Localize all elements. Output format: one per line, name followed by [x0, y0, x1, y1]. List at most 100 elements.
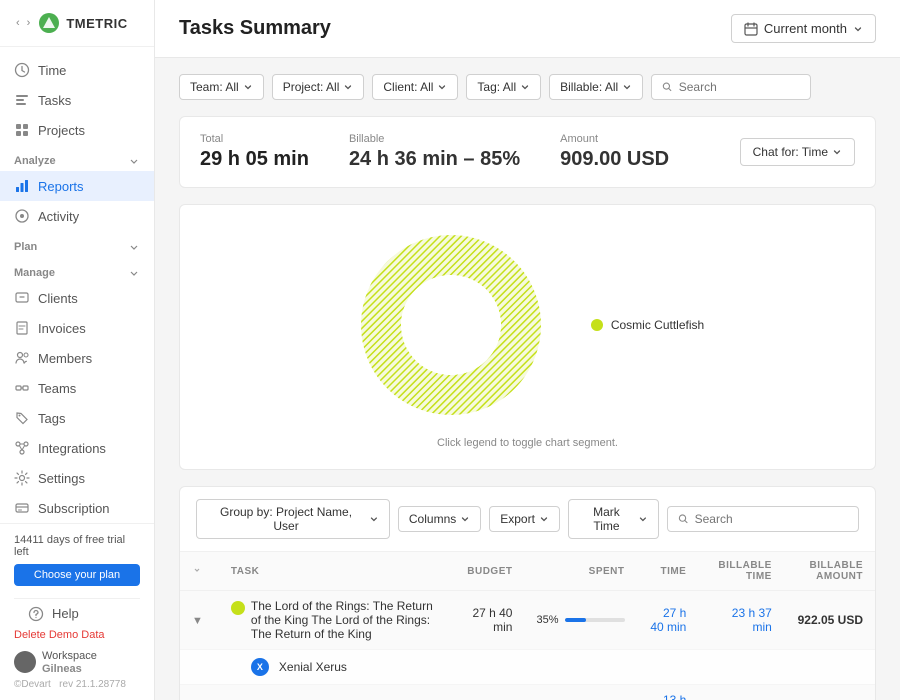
columns-button[interactable]: Columns	[398, 506, 481, 532]
sidebar-item-integrations-label: Integrations	[38, 441, 106, 456]
tag-chevron-icon	[520, 82, 530, 92]
sidebar-item-clients-label: Clients	[38, 291, 78, 306]
sidebar-item-clients[interactable]: Clients	[0, 283, 154, 313]
sidebar-item-tags[interactable]: Tags	[0, 403, 154, 433]
export-chevron-icon	[539, 514, 549, 524]
columns-chevron-icon	[460, 514, 470, 524]
logo-text: TMETRIC	[66, 16, 127, 31]
team-filter-button[interactable]: Team: All	[179, 74, 264, 100]
donut-chart[interactable]	[351, 225, 551, 425]
clock-icon	[14, 62, 30, 78]
chart-area: Cosmic Cuttlefish	[200, 225, 855, 425]
billable-value: 24 h 36 min – 85%	[349, 148, 520, 171]
subscription-icon	[14, 500, 30, 516]
project-chevron-icon	[343, 82, 353, 92]
tag-filter-button[interactable]: Tag: All	[466, 74, 541, 100]
sidebar-item-invoices-label: Invoices	[38, 321, 86, 336]
table-search-wrap	[667, 506, 859, 532]
chevron-down-icon	[853, 24, 863, 34]
table-header-row: Task Budget Spent Time Billable Time Bil…	[180, 552, 875, 591]
group2-expand-cell: ▼	[180, 685, 219, 700]
workspace-text: Workspace Gilneas	[42, 649, 97, 675]
th-billable-time: Billable Time	[698, 552, 783, 591]
sidebar: ‹ › TMETRIC Time Tasks	[0, 0, 155, 700]
user-budget-cell	[450, 650, 524, 685]
mark-time-button[interactable]: Mark Time	[568, 499, 659, 539]
clients-icon	[14, 290, 30, 306]
export-button[interactable]: Export	[489, 506, 560, 532]
sidebar-item-help[interactable]: Help	[14, 598, 140, 629]
legend-dot-0	[591, 319, 603, 331]
user-billable-amount-cell	[784, 650, 875, 685]
table-header: Task Budget Spent Time Billable Time Bil…	[180, 552, 875, 591]
settings-icon	[14, 470, 30, 486]
workspace-label-text: Workspace	[42, 649, 97, 663]
help-label: Help	[52, 606, 79, 621]
sidebar-item-integrations[interactable]: Integrations	[0, 433, 154, 463]
amount-stat: Amount 909.00 USD	[560, 133, 669, 171]
table-section: Group by: Project Name, User Columns Exp…	[179, 486, 876, 700]
total-value: 29 h 05 min	[200, 148, 309, 171]
sidebar-item-time[interactable]: Time	[0, 55, 154, 85]
donut-svg	[351, 225, 551, 425]
user-time-cell	[637, 650, 699, 685]
sidebar-item-reports[interactable]: Reports	[0, 171, 154, 201]
nav-forward-button[interactable]: ›	[25, 15, 33, 31]
chat-button[interactable]: Chat for: Time	[740, 138, 855, 166]
main-header: Tasks Summary Current month	[155, 0, 900, 58]
sidebar-footer: 14411 days of free trial left Choose you…	[0, 523, 154, 700]
marktime-chevron-icon	[638, 514, 648, 524]
workspace-avatar	[14, 651, 36, 673]
filters-bar: Team: All Project: All Client: All Tag: …	[179, 74, 876, 100]
row-task-cell: The Lord of the Rings: The Return of the…	[219, 591, 451, 650]
table-search-input[interactable]	[695, 512, 848, 526]
row-expand-cell: ▼	[180, 591, 219, 650]
group2-budget-cell	[450, 685, 524, 700]
legend-item-0[interactable]: Cosmic Cuttlefish	[591, 318, 704, 332]
client-chevron-icon	[437, 82, 447, 92]
user-indent-cell	[180, 650, 219, 685]
current-month-button[interactable]: Current month	[731, 14, 876, 43]
sidebar-item-invoices[interactable]: Invoices	[0, 313, 154, 343]
group2-task-cell: IB Imaan Burks	[219, 685, 451, 700]
table-row: X Xenial Xerus	[180, 650, 875, 685]
sidebar-item-tasks[interactable]: Tasks	[0, 85, 154, 115]
sidebar-item-members[interactable]: Members	[0, 343, 154, 373]
sidebar-item-teams[interactable]: Teams	[0, 373, 154, 403]
sidebar-item-projects[interactable]: Projects	[0, 115, 154, 145]
row-budget-cell: 27 h 40 min	[450, 591, 524, 650]
filter-search-wrap	[651, 74, 811, 100]
sidebar-item-subscription[interactable]: Subscription	[0, 493, 154, 523]
chat-chevron-icon	[832, 147, 842, 157]
group-by-button[interactable]: Group by: Project Name, User	[196, 499, 390, 539]
row-billable-time-cell: 23 h 37 min	[698, 591, 783, 650]
expand-button[interactable]: ▼	[192, 615, 203, 627]
client-filter-button[interactable]: Client: All	[372, 74, 458, 100]
billable-filter-button[interactable]: Billable: All	[549, 74, 643, 100]
table-row: ▼ The Lord of the Rings: The Return of t…	[180, 591, 875, 650]
choose-plan-button[interactable]: Choose your plan	[14, 564, 140, 586]
table-toolbar: Group by: Project Name, User Columns Exp…	[180, 487, 875, 552]
workspace-name-text: Gilneas	[42, 663, 97, 675]
chart-caption: Click legend to toggle chart segment.	[437, 437, 618, 449]
activity-icon	[14, 208, 30, 224]
billable-stat: Billable 24 h 36 min – 85%	[349, 133, 520, 171]
th-budget: Budget	[450, 552, 524, 591]
sidebar-header: ‹ › TMETRIC	[0, 0, 154, 47]
nav-back-button[interactable]: ‹	[14, 15, 22, 31]
group2-billable-time-cell: 12 h 02 min	[698, 685, 783, 700]
chart-legend: Cosmic Cuttlefish	[591, 318, 704, 332]
stats-card: Total 29 h 05 min Billable 24 h 36 min –…	[179, 116, 876, 188]
project-filter-button[interactable]: Project: All	[272, 74, 365, 100]
sidebar-item-members-label: Members	[38, 351, 92, 366]
sidebar-item-tasks-label: Tasks	[38, 93, 71, 108]
progress-bar-fill	[565, 618, 586, 622]
sidebar-item-settings[interactable]: Settings	[0, 463, 154, 493]
th-time: Time	[637, 552, 699, 591]
calendar-icon	[744, 22, 758, 36]
analyze-section: Analyze	[0, 145, 154, 171]
filter-search-input[interactable]	[679, 80, 800, 94]
projects-icon	[14, 122, 30, 138]
delete-demo-link[interactable]: Delete Demo Data	[14, 629, 140, 641]
sidebar-item-activity[interactable]: Activity	[0, 201, 154, 231]
